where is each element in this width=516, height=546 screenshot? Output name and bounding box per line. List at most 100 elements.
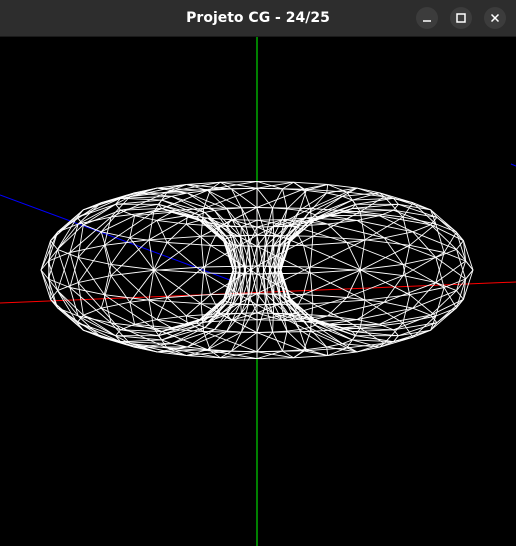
mesh-edge: [256, 188, 304, 208]
mesh-edge: [256, 332, 304, 352]
mesh-edge: [326, 184, 329, 194]
mesh-edge: [214, 329, 227, 332]
mesh-edge: [293, 355, 328, 359]
mesh-edge: [303, 242, 347, 246]
mesh-edge: [250, 266, 258, 294]
mesh-edge: [200, 236, 205, 268]
mesh-edge: [402, 264, 411, 295]
mesh-edge: [412, 231, 437, 258]
mesh-edge: [282, 330, 288, 352]
mesh-edge: [247, 293, 258, 314]
mesh-edge: [402, 275, 436, 284]
mesh-edge: [203, 187, 258, 209]
mesh-edge: [327, 301, 385, 317]
mesh-edge: [409, 287, 445, 296]
mesh-edge: [306, 184, 328, 191]
mesh-edge: [293, 350, 304, 359]
mesh-edge: [384, 301, 413, 309]
mesh-edge: [356, 215, 380, 221]
mesh-edge: [148, 299, 202, 305]
mesh-edge: [110, 269, 154, 277]
mesh-edge: [299, 209, 310, 213]
mesh-edge: [100, 209, 121, 233]
mesh-edge: [435, 260, 466, 283]
window-title: Projeto CG - 24/25: [186, 10, 330, 26]
title-bar[interactable]: Projeto CG - 24/25: [0, 0, 516, 37]
maximize-icon: [456, 13, 466, 23]
mesh-edge: [134, 319, 158, 325]
mesh-edge: [171, 343, 188, 348]
mesh-edge: [198, 324, 206, 329]
mesh-edge: [231, 187, 258, 190]
minimize-icon: [423, 20, 431, 22]
mesh-edge: [393, 314, 431, 331]
mesh-edge: [265, 235, 274, 237]
scene-canvas[interactable]: [0, 37, 516, 546]
mesh-edge: [204, 209, 215, 213]
mesh-edge: [200, 272, 205, 304]
mesh-edge: [312, 299, 366, 305]
mesh-edge: [364, 239, 410, 246]
mesh-edge: [256, 319, 283, 321]
render-viewport[interactable]: [0, 37, 516, 546]
mesh-edge: [409, 223, 437, 246]
mesh-edge: [412, 329, 431, 338]
mesh-edge: [308, 211, 316, 216]
mesh-edge: [166, 223, 187, 243]
mesh-edge: [83, 329, 121, 343]
mesh-edge: [310, 266, 361, 271]
z-axis-far-segment: [510, 163, 516, 167]
mesh-edge: [101, 231, 130, 239]
mesh-edge: [100, 307, 121, 331]
mesh-edge: [280, 236, 287, 239]
mesh-edge: [351, 199, 356, 205]
mesh-edge: [443, 287, 457, 309]
maximize-button[interactable]: [450, 7, 472, 29]
mesh-edge: [110, 263, 154, 271]
mesh-edge: [402, 245, 411, 276]
mesh-edge: [287, 329, 300, 332]
mesh-edge: [326, 192, 343, 197]
mesh-edge: [69, 223, 79, 253]
mesh-edge: [303, 350, 328, 356]
minimize-button[interactable]: [416, 7, 438, 29]
close-button[interactable]: [484, 7, 506, 29]
mesh-edge: [379, 215, 431, 226]
mesh-edge: [308, 324, 316, 329]
mesh-edge: [77, 257, 105, 295]
mesh-edge: [204, 327, 215, 331]
mesh-edge: [430, 298, 464, 316]
mesh-edge: [187, 329, 215, 348]
mesh-edge: [384, 231, 413, 239]
mesh-edge: [265, 293, 274, 296]
mesh-edge: [110, 239, 150, 276]
app-window: Projeto CG - 24/25: [0, 0, 516, 546]
mesh-edge: [309, 236, 314, 268]
mesh-edge: [309, 272, 314, 304]
mesh-edge: [256, 180, 294, 183]
mesh-edge: [153, 266, 204, 271]
mesh-edge: [402, 256, 436, 265]
mesh-edge: [69, 287, 105, 296]
mesh-edge: [134, 215, 158, 221]
mesh-edge: [436, 216, 457, 233]
mesh-edge: [148, 300, 155, 329]
mesh-edge: [77, 245, 105, 283]
mesh-edge: [247, 226, 258, 247]
mesh-edge: [148, 239, 155, 271]
mesh-edge: [233, 294, 241, 296]
mesh-edge: [214, 208, 227, 211]
mesh-edge: [129, 237, 155, 270]
mesh-edge: [327, 223, 385, 239]
mesh-edge: [69, 287, 79, 317]
mesh-edge: [227, 236, 234, 239]
mesh-edge: [148, 269, 155, 301]
mesh-edge: [356, 319, 380, 325]
mesh-edge: [203, 331, 258, 353]
mesh-edge: [69, 244, 105, 253]
mesh-edge: [272, 207, 275, 237]
mesh-edge: [256, 350, 304, 353]
mesh-edge: [359, 239, 366, 271]
close-icon: [490, 13, 500, 23]
mesh-edge: [303, 294, 347, 298]
